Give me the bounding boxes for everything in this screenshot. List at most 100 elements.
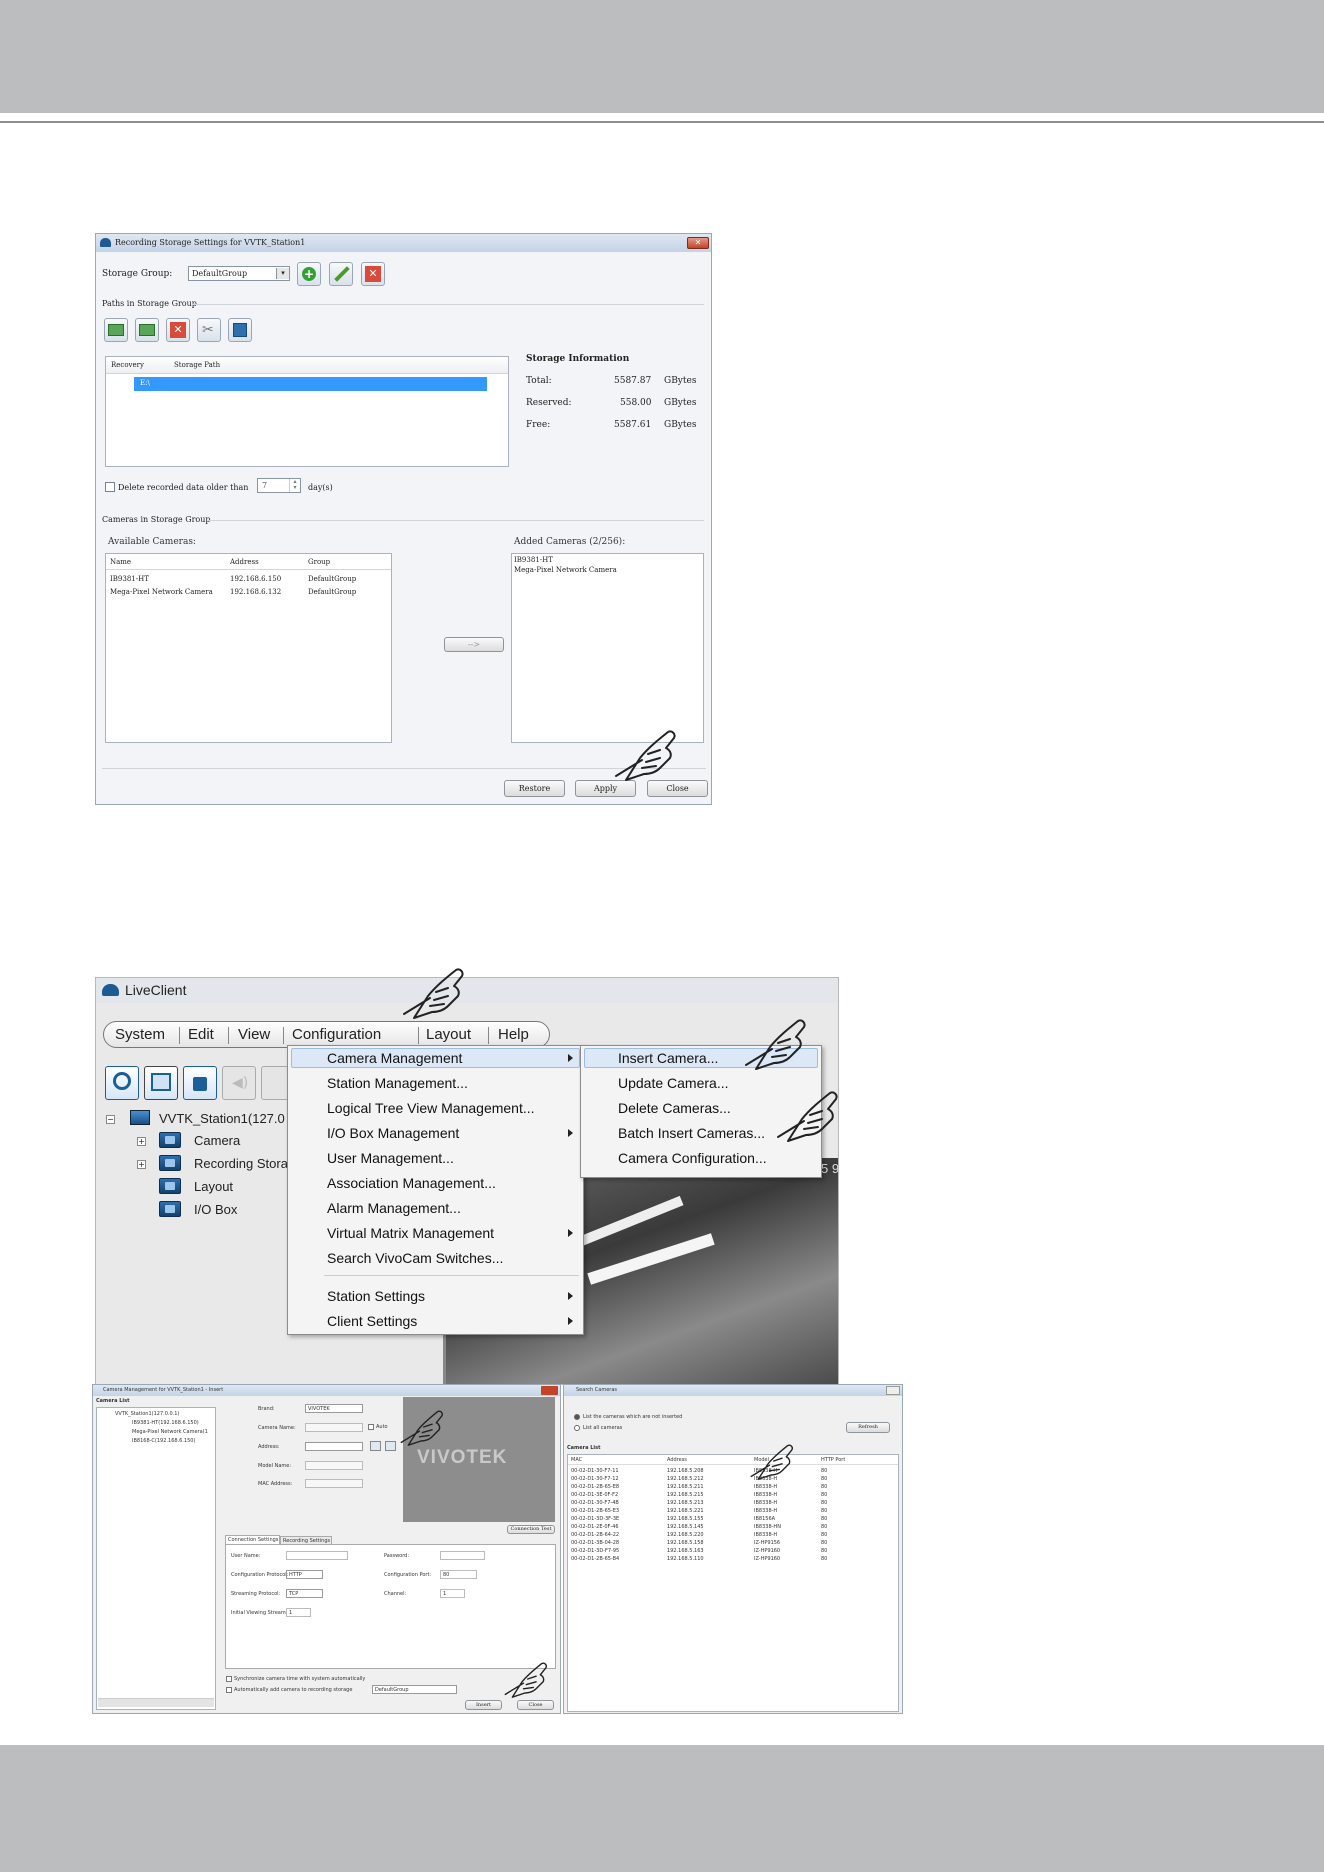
tree-expand-icon[interactable]: +	[137, 1137, 146, 1146]
table-row[interactable]: 00-02-D1-30-F7-4B 192.168.5.213 IB8338-H 80	[568, 1499, 898, 1507]
radio-not-inserted[interactable]	[574, 1414, 580, 1420]
close-button[interactable]: Close	[517, 1700, 554, 1710]
table-row[interactable]: 00-02-D1-2E-0F-46 192.168.5.145 IB8338-HN 8…	[568, 1523, 898, 1531]
lock-button[interactable]	[183, 1066, 217, 1100]
config-protocol-select[interactable]: HTTP	[286, 1570, 323, 1579]
table-row[interactable]: IB9381-HT 192.168.6.150 DefaultGroup	[106, 573, 391, 585]
search-camera-icon[interactable]	[370, 1441, 381, 1451]
tree-item[interactable]: IB8168-C(192.168.6.150)	[132, 1437, 195, 1445]
menu-configuration[interactable]: Configuration	[292, 1026, 381, 1043]
menu-item-camera-management[interactable]: Camera Management	[327, 1050, 462, 1066]
storage-group-select[interactable]: DefaultGroup ▾	[188, 266, 290, 281]
table-row[interactable]: 00-02-D1-2B-65-E3 192.168.5.221 IB8338-H 80	[568, 1507, 898, 1515]
tree-item-layout[interactable]: Layout	[194, 1179, 233, 1194]
menu-layout[interactable]: Layout	[426, 1026, 471, 1043]
table-row[interactable]: 00-02-D1-3D-3F-3E 192.168.5.155 IB8156A 80	[568, 1515, 898, 1523]
initial-stream-spinner[interactable]: 1	[286, 1608, 311, 1617]
menu-view[interactable]: View	[238, 1026, 270, 1043]
menu-item-alarm[interactable]: Alarm Management...	[327, 1200, 461, 1216]
menu-item-station-management[interactable]: Station Management...	[327, 1075, 468, 1091]
delete-group-button[interactable]: ✕	[361, 262, 385, 286]
address-input[interactable]	[305, 1442, 363, 1451]
tools-button[interactable]: ✂	[197, 318, 221, 342]
menu-item-io-box[interactable]: I/O Box Management	[327, 1125, 459, 1141]
move-to-added-button[interactable]: -->	[444, 637, 504, 652]
chevron-down-icon[interactable]: ▾	[276, 268, 289, 279]
audio-button[interactable]: ◀)	[222, 1066, 256, 1100]
save-button[interactable]	[228, 318, 252, 342]
add-path-button[interactable]	[104, 318, 128, 342]
streaming-protocol-select[interactable]: TCP	[286, 1589, 323, 1598]
menu-item-update-camera[interactable]: Update Camera...	[618, 1075, 729, 1091]
menu-edit[interactable]: Edit	[188, 1026, 214, 1043]
menu-item-delete-cameras[interactable]: Delete Cameras...	[618, 1100, 731, 1116]
remove-path-button[interactable]: ✕	[166, 318, 190, 342]
search-device-icon[interactable]	[385, 1441, 396, 1451]
table-row[interactable]: 00-02-D1-3B-04-28 192.168.5.158 IZ-HP9156 8…	[568, 1539, 898, 1547]
tree-collapse-icon[interactable]: −	[106, 1115, 115, 1124]
config-port-spinner[interactable]: 80	[440, 1570, 477, 1579]
brand-select[interactable]: VIVOTEK	[305, 1404, 363, 1413]
menu-item-virtual-matrix[interactable]: Virtual Matrix Management	[327, 1225, 494, 1241]
add-group-button[interactable]: +	[297, 262, 321, 286]
table-row[interactable]: 00-02-D1-3D-F7-95 192.168.5.163 IZ-HP9160 8…	[568, 1547, 898, 1555]
tree-item-io-box[interactable]: I/O Box	[194, 1202, 237, 1217]
sync-time-checkbox[interactable]	[226, 1676, 232, 1682]
menu-item-association[interactable]: Association Management...	[327, 1175, 496, 1191]
storage-group-select[interactable]: DefaultGroup	[372, 1685, 457, 1694]
menu-item-user-management[interactable]: User Management...	[327, 1150, 454, 1166]
delete-old-checkbox[interactable]	[105, 482, 115, 492]
table-row[interactable]: 00-02-D1-30-F7-12 192.168.5.212 IB8338-H 80	[568, 1475, 898, 1483]
password-input[interactable]	[440, 1551, 485, 1560]
table-row[interactable]: 00-02-D1-3E-0F-F2 192.168.5.215 IB8338-H 80	[568, 1491, 898, 1499]
menu-item-search-vivocam[interactable]: Search VivoCam Switches...	[327, 1250, 503, 1266]
days-spinner[interactable]: 7 ▴ ▾	[257, 478, 301, 493]
table-row[interactable]: Mega-Pixel Network Camera 192.168.6.132 …	[106, 586, 391, 598]
close-icon[interactable]	[541, 1386, 558, 1395]
auto-add-storage-checkbox[interactable]	[226, 1687, 232, 1693]
layout-button[interactable]	[144, 1066, 178, 1100]
connection-test-button[interactable]: Connection Test	[507, 1525, 555, 1534]
camera-name-input[interactable]	[305, 1423, 363, 1432]
station-computer-icon	[130, 1110, 150, 1125]
tree-item[interactable]: Mega-Pixel Network Camera(1	[132, 1428, 208, 1436]
tab-connection-settings[interactable]: Connection Settings	[225, 1535, 280, 1544]
menu-item-camera-configuration[interactable]: Camera Configuration...	[618, 1150, 767, 1166]
horizontal-scrollbar[interactable]	[98, 1698, 214, 1707]
table-row[interactable]: 00-02-D1-30-F7-11 192.168.5.208 IB8338-H 80	[568, 1467, 898, 1475]
table-row[interactable]: 00-02-D1-2B-65-E8 192.168.5.211 IB8338-H 80	[568, 1483, 898, 1491]
auto-checkbox[interactable]	[368, 1424, 374, 1430]
tree-item[interactable]: IB9381-HT(192.168.6.150)	[132, 1419, 199, 1427]
menu-item-client-settings[interactable]: Client Settings	[327, 1313, 417, 1329]
radio-all[interactable]	[574, 1425, 580, 1431]
tree-item-camera[interactable]: Camera	[194, 1133, 240, 1148]
table-row[interactable]: 00-02-D1-2B-65-B4 192.168.5.110 IZ-HP9160 8…	[568, 1555, 898, 1563]
edit-group-button[interactable]	[329, 262, 353, 286]
tree-expand-icon[interactable]: +	[137, 1160, 146, 1169]
menu-item-logical-tree[interactable]: Logical Tree View Management...	[327, 1100, 535, 1116]
close-icon[interactable]	[886, 1386, 900, 1395]
tree-root-label[interactable]: VVTK_Station1(127.0.0.1)	[115, 1410, 179, 1418]
user-name-input[interactable]	[286, 1551, 348, 1560]
tab-recording-settings[interactable]: Recording Settings	[280, 1536, 332, 1544]
tree-root-label[interactable]: VVTK_Station1(127.0	[159, 1111, 285, 1126]
add-disk-button[interactable]	[135, 318, 159, 342]
menu-item-station-settings[interactable]: Station Settings	[327, 1288, 425, 1304]
spinner-arrows-icon[interactable]: ▴ ▾	[289, 479, 300, 492]
close-window-button[interactable]: ✕	[687, 237, 709, 249]
refresh-button[interactable]: Refresh	[846, 1422, 890, 1433]
menu-system[interactable]: System	[115, 1026, 165, 1043]
menu-item-batch-insert[interactable]: Batch Insert Cameras...	[618, 1125, 765, 1141]
restore-button[interactable]: Restore	[504, 780, 565, 797]
table-row[interactable]: E:\	[134, 377, 487, 391]
power-button[interactable]	[105, 1066, 139, 1100]
mac-cell: 00-02-D1-2B-65-E8	[571, 1484, 620, 1490]
menu-item-insert-camera[interactable]: Insert Camera...	[618, 1050, 718, 1066]
channel-spinner[interactable]: 1	[440, 1589, 465, 1598]
table-row[interactable]: 00-02-D1-2B-64-22 192.168.5.220 IB8338-H 80	[568, 1531, 898, 1539]
menu-help[interactable]: Help	[498, 1026, 529, 1043]
tree-item-recording[interactable]: Recording Stora	[194, 1156, 288, 1171]
list-item[interactable]: Mega-Pixel Network Camera	[514, 566, 617, 574]
insert-button[interactable]: Insert	[465, 1700, 502, 1710]
list-item[interactable]: IB9381-HT	[514, 556, 553, 564]
